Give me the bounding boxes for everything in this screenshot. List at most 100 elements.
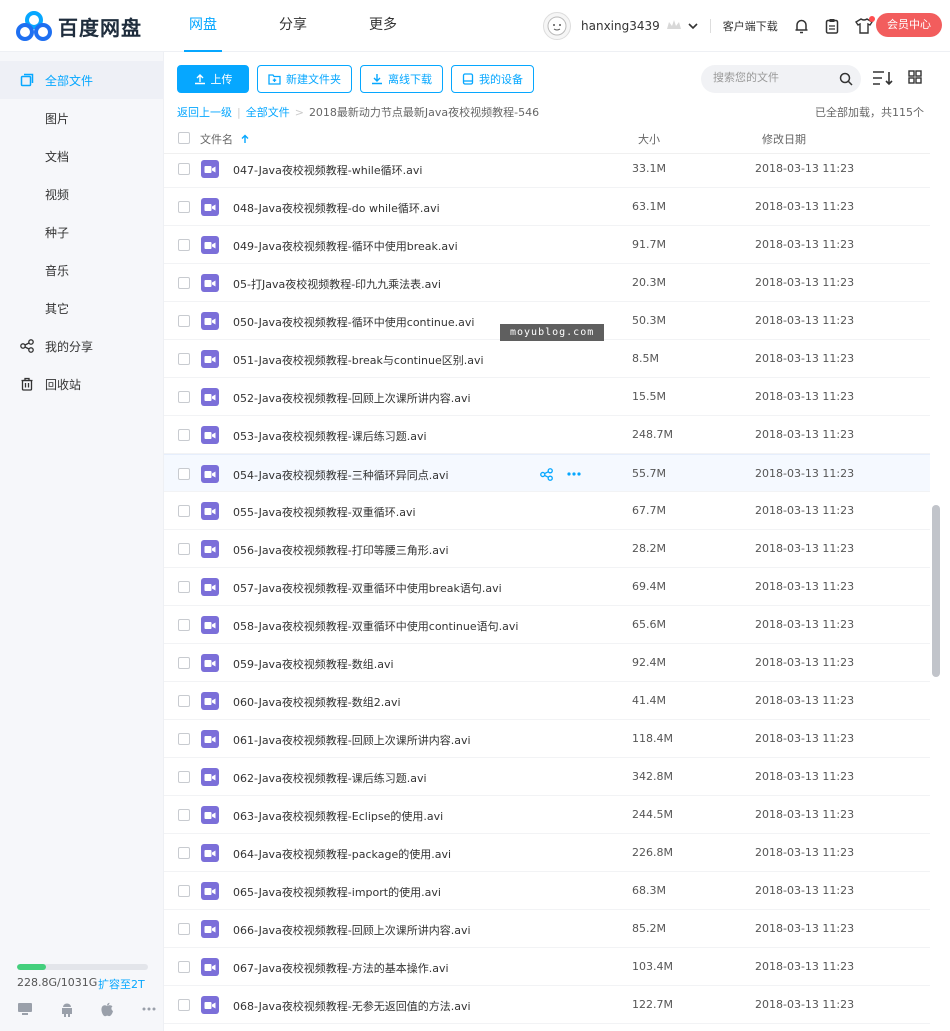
upload-button[interactable]: 上传 — [177, 65, 249, 93]
scrollbar-thumb[interactable] — [932, 505, 940, 677]
row-checkbox[interactable] — [178, 847, 190, 859]
file-name[interactable]: 064-Java夜校视频教程-package的使用.avi — [233, 846, 451, 862]
select-all-checkbox[interactable] — [178, 132, 190, 144]
row-checkbox[interactable] — [178, 277, 190, 289]
search-icon[interactable] — [839, 72, 853, 89]
table-row[interactable]: 068-Java夜校视频教程-无参无返回值的方法.avi 122.7M 2018-0… — [164, 986, 930, 1024]
row-checkbox[interactable] — [178, 429, 190, 441]
file-name[interactable]: 054-Java夜校视频教程-三种循环异同点.avi — [233, 467, 449, 483]
table-row[interactable]: 048-Java夜校视频教程-do while循环.avi 63.1M 2018-0… — [164, 188, 930, 226]
row-checkbox[interactable] — [178, 391, 190, 403]
row-checkbox[interactable] — [178, 961, 190, 973]
nav-more[interactable]: 更多 — [364, 0, 402, 52]
table-row[interactable]: 066-Java夜校视频教程-回顾上次课所讲内容.avi 85.2M 2018-03… — [164, 910, 930, 948]
file-name[interactable]: 048-Java夜校视频教程-do while循环.avi — [233, 200, 440, 216]
table-row[interactable]: 055-Java夜校视频教程-双重循环.avi 67.7M 2018-03-13 1… — [164, 492, 930, 530]
column-date-header[interactable]: 修改日期 — [762, 131, 806, 147]
bell-icon[interactable] — [794, 18, 809, 34]
file-name[interactable]: 05-打Java夜校视频教程-印九九乘法表.avi — [233, 276, 441, 292]
table-row[interactable]: 052-Java夜校视频教程-回顾上次课所讲内容.avi 15.5M 2018-03… — [164, 378, 930, 416]
file-name[interactable]: 057-Java夜校视频教程-双重循环中使用break语句.avi — [233, 580, 502, 596]
file-name[interactable]: 051-Java夜校视频教程-break与continue区别.avi — [233, 352, 484, 368]
file-name[interactable]: 047-Java夜校视频教程-while循环.avi — [233, 162, 422, 178]
row-checkbox[interactable] — [178, 923, 190, 935]
file-name[interactable]: 053-Java夜校视频教程-课后练习题.avi — [233, 428, 427, 444]
file-name[interactable]: 065-Java夜校视频教程-import的使用.avi — [233, 884, 441, 900]
file-name[interactable]: 060-Java夜校视频教程-数组2.avi — [233, 694, 401, 710]
row-checkbox[interactable] — [178, 885, 190, 897]
file-name[interactable]: 067-Java夜校视频教程-方法的基本操作.avi — [233, 960, 449, 976]
breadcrumb-back[interactable]: 返回上一级 — [177, 104, 232, 120]
table-row[interactable]: 056-Java夜校视频教程-打印等腰三角形.avi 28.2M 2018-03-1… — [164, 530, 930, 568]
row-checkbox[interactable] — [178, 543, 190, 555]
row-checkbox[interactable] — [178, 695, 190, 707]
row-checkbox[interactable] — [178, 657, 190, 669]
sidebar-item-all-files[interactable]: 全部文件 — [0, 61, 164, 99]
sidebar-item-recycle-bin[interactable]: 回收站 — [0, 365, 164, 403]
table-row[interactable]: 05-打Java夜校视频教程-印九九乘法表.avi 20.3M 2018-03-13… — [164, 264, 930, 302]
file-name[interactable]: 066-Java夜校视频教程-回顾上次课所讲内容.avi — [233, 922, 471, 938]
row-checkbox[interactable] — [178, 353, 190, 365]
file-name[interactable]: 049-Java夜校视频教程-循环中使用break.avi — [233, 238, 458, 254]
tshirt-icon[interactable] — [854, 16, 875, 34]
row-checkbox[interactable] — [178, 733, 190, 745]
row-checkbox[interactable] — [178, 619, 190, 631]
row-checkbox[interactable] — [178, 771, 190, 783]
share-icon[interactable] — [540, 468, 553, 481]
client-download-link[interactable]: 客户端下载 — [723, 18, 778, 34]
table-row[interactable]: 049-Java夜校视频教程-循环中使用break.avi 91.7M 2018-0… — [164, 226, 930, 264]
sidebar-item-torrents[interactable]: 种子 — [0, 213, 164, 251]
table-row[interactable]: 057-Java夜校视频教程-双重循环中使用break语句.avi 69.4M 20… — [164, 568, 930, 606]
desktop-icon[interactable] — [17, 1002, 33, 1021]
apple-icon[interactable] — [100, 1002, 114, 1021]
row-checkbox[interactable] — [178, 581, 190, 593]
table-row[interactable]: 058-Java夜校视频教程-双重循环中使用continue语句.avi 65.6… — [164, 606, 930, 644]
row-checkbox[interactable] — [178, 201, 190, 213]
more-options-icon[interactable] — [567, 468, 581, 481]
file-name[interactable]: 055-Java夜校视频教程-双重循环.avi — [233, 504, 416, 520]
sidebar-item-my-shares[interactable]: 我的分享 — [0, 327, 164, 365]
avatar[interactable] — [543, 12, 571, 40]
breadcrumb-all-files[interactable]: 全部文件 — [246, 104, 290, 120]
table-row[interactable]: 067-Java夜校视频教程-方法的基本操作.avi 103.4M 2018-03-… — [164, 948, 930, 986]
logo[interactable]: 百度网盘 — [16, 10, 142, 42]
file-name[interactable]: 058-Java夜校视频教程-双重循环中使用continue语句.avi — [233, 618, 518, 634]
sidebar-item-documents[interactable]: 文档 — [0, 137, 164, 175]
more-dots-icon[interactable] — [141, 1002, 157, 1021]
table-row[interactable]: 053-Java夜校视频教程-课后练习题.avi 248.7M 2018-03-13… — [164, 416, 930, 454]
sidebar-item-music[interactable]: 音乐 — [0, 251, 164, 289]
row-checkbox[interactable] — [178, 239, 190, 251]
android-icon[interactable] — [60, 1002, 74, 1021]
file-name[interactable]: 068-Java夜校视频教程-无参无返回值的方法.avi — [233, 998, 471, 1014]
table-row[interactable]: 063-Java夜校视频教程-Eclipse的使用.avi 244.5M 2018-… — [164, 796, 930, 834]
nav-share[interactable]: 分享 — [274, 0, 312, 52]
file-name[interactable]: 059-Java夜校视频教程-数组.avi — [233, 656, 394, 672]
table-row[interactable]: 065-Java夜校视频教程-import的使用.avi 68.3M 2018-03… — [164, 872, 930, 910]
row-checkbox[interactable] — [178, 163, 190, 175]
nav-netdisk[interactable]: 网盘 — [184, 0, 222, 52]
sidebar-item-images[interactable]: 图片 — [0, 99, 164, 137]
sort-icon[interactable] — [872, 70, 894, 86]
table-row[interactable]: 047-Java夜校视频教程-while循环.avi 33.1M 2018-03-1… — [164, 150, 930, 188]
table-row[interactable]: 051-Java夜校视频教程-break与continue区别.avi 8.5M 2… — [164, 340, 930, 378]
chevron-down-icon[interactable] — [688, 19, 698, 33]
file-name[interactable]: 050-Java夜校视频教程-循环中使用continue.avi — [233, 314, 474, 330]
new-folder-button[interactable]: 新建文件夹 — [257, 65, 352, 93]
username[interactable]: hanxing3439 — [581, 19, 660, 33]
table-row[interactable]: 059-Java夜校视频教程-数组.avi 92.4M 2018-03-13 11:… — [164, 644, 930, 682]
my-devices-button[interactable]: 我的设备 — [451, 65, 534, 93]
file-name[interactable]: 062-Java夜校视频教程-课后练习题.avi — [233, 770, 427, 786]
column-name-header[interactable]: 文件名 — [200, 131, 249, 147]
row-checkbox[interactable] — [178, 468, 190, 480]
table-row[interactable]: 061-Java夜校视频教程-回顾上次课所讲内容.avi 118.4M 2018-0… — [164, 720, 930, 758]
row-checkbox[interactable] — [178, 809, 190, 821]
file-name[interactable]: 061-Java夜校视频教程-回顾上次课所讲内容.avi — [233, 732, 471, 748]
sidebar-item-other[interactable]: 其它 — [0, 289, 164, 327]
offline-download-button[interactable]: 离线下载 — [360, 65, 443, 93]
search-input[interactable] — [713, 71, 831, 84]
sidebar-item-videos[interactable]: 视频 — [0, 175, 164, 213]
file-name[interactable]: 056-Java夜校视频教程-打印等腰三角形.avi — [233, 542, 449, 558]
clipboard-icon[interactable] — [825, 18, 839, 34]
table-row[interactable]: 062-Java夜校视频教程-课后练习题.avi 342.8M 2018-03-13… — [164, 758, 930, 796]
table-row[interactable]: 054-Java夜校视频教程-三种循环异同点.avi 55.7M 2018-03-1… — [164, 454, 930, 492]
